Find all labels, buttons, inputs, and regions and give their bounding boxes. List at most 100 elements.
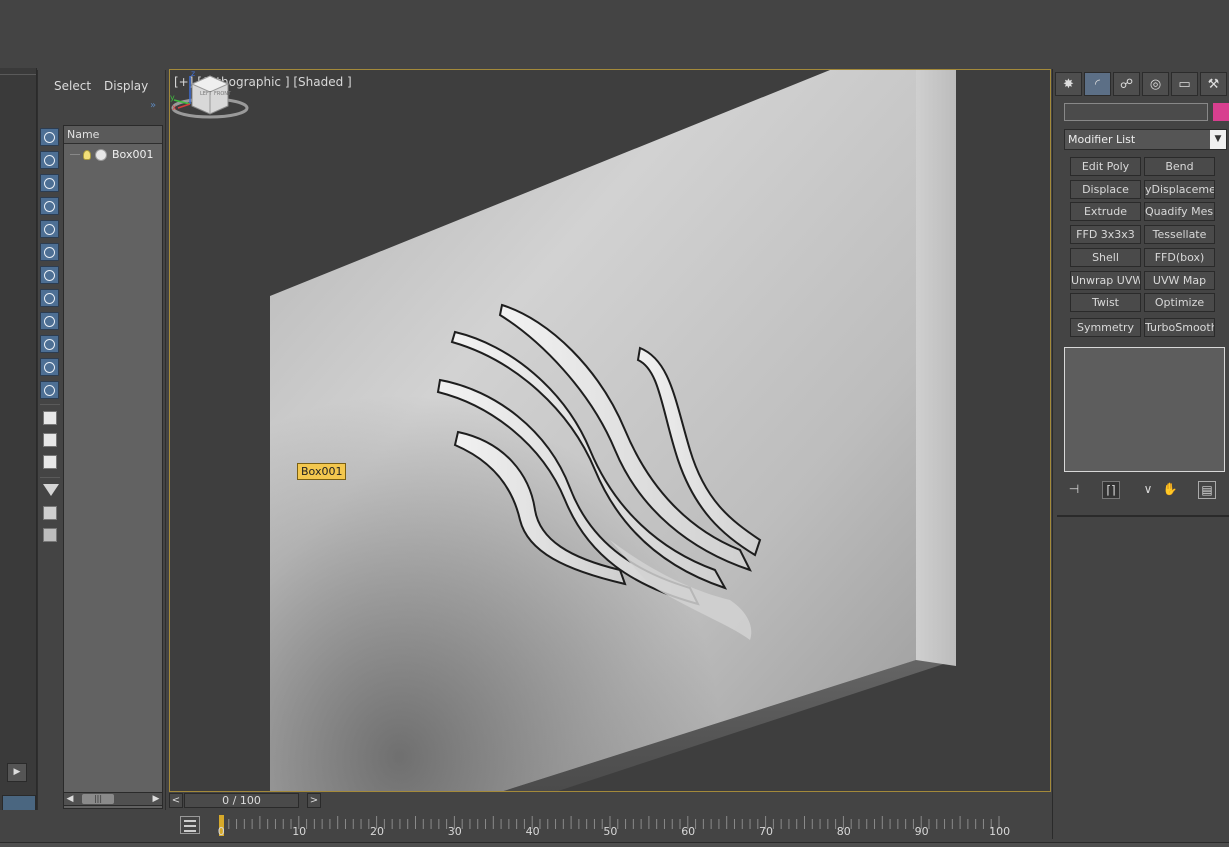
modifier-button-quadify-mesh[interactable]: Quadify Mesh <box>1144 202 1215 221</box>
status-bar <box>0 842 1229 847</box>
modifier-button-shell[interactable]: Shell <box>1070 248 1141 267</box>
modifier-button-extrude[interactable]: Extrude <box>1070 202 1141 221</box>
track-tick-label: 20 <box>370 825 384 838</box>
command-panel: ✸ ◜ ☍ ◎ ▭ ⚒ Modifier List ▼ Edit Poly Be… <box>1052 69 1229 839</box>
time-slider-thumb[interactable]: 0 / 100 <box>184 793 299 808</box>
create-icon[interactable]: ✸ <box>1055 72 1082 96</box>
object-name-tag: Box001 <box>297 463 347 480</box>
scene-explorer-toolbar <box>40 128 62 550</box>
display-hidden-icon[interactable] <box>40 381 59 399</box>
display-groups-icon[interactable] <box>40 266 59 284</box>
scroll-right-icon[interactable]: ▶ <box>150 793 162 805</box>
modify-icon[interactable]: ◜ <box>1084 72 1111 96</box>
geometry-icon <box>95 148 107 161</box>
modifier-stack-toolbar: ⊣ ⌈⌉ ∨ ✋ ▤ <box>1064 479 1225 499</box>
chevron-down-icon[interactable]: ▼ <box>1210 130 1226 149</box>
display-xrefs-icon[interactable] <box>40 289 59 307</box>
hierarchy-icon[interactable]: ☍ <box>1113 72 1140 96</box>
display-helpers-icon[interactable] <box>40 220 59 238</box>
viewcube-face-left[interactable]: LEFT <box>200 91 213 97</box>
command-panel-tabs: ✸ ◜ ☍ ◎ ▭ ⚒ <box>1055 72 1229 96</box>
display-lights-icon[interactable] <box>40 174 59 192</box>
modifier-button-optimize[interactable]: Optimize <box>1144 293 1215 312</box>
select-none-icon[interactable] <box>43 433 57 447</box>
modifier-list-dropdown[interactable]: Modifier List ▼ <box>1064 129 1227 150</box>
track-tick-label: 0 <box>217 825 225 838</box>
modifier-list-label: Modifier List <box>1068 133 1136 146</box>
modifier-button-tessellate[interactable]: Tessellate <box>1144 225 1215 244</box>
display-frozen-icon[interactable] <box>40 358 59 376</box>
tab-select[interactable]: Select <box>54 79 91 93</box>
configure-modifier-sets-icon[interactable]: ▤ <box>1198 481 1216 499</box>
track-bar[interactable]: 0 10 20 30 40 50 60 70 80 90 100 <box>217 810 1011 840</box>
modifier-button-ffd-3x3x3[interactable]: FFD 3x3x3 <box>1070 225 1141 244</box>
object-name-input[interactable] <box>1064 103 1208 121</box>
display-containers-icon[interactable] <box>40 335 59 353</box>
utilities-icon[interactable]: ⚒ <box>1200 72 1227 96</box>
track-tick-label: 80 <box>836 825 851 838</box>
scroll-left-icon[interactable]: ◀ <box>64 793 76 805</box>
track-tick-label: 40 <box>525 825 540 838</box>
scroll-thumb[interactable]: ||| <box>82 794 114 804</box>
remove-modifier-icon[interactable]: ✋ <box>1162 481 1178 497</box>
show-end-result-icon[interactable]: ⌈⌉ <box>1102 481 1120 499</box>
toolbar-divider <box>40 404 60 405</box>
select-all-icon[interactable] <box>43 411 57 425</box>
track-tick-label: 50 <box>603 825 618 838</box>
axis-tripod-icon: z y x <box>170 70 195 110</box>
axis-label-x: x <box>172 103 177 110</box>
axis-label-y: y <box>170 93 175 102</box>
display-cameras-icon[interactable] <box>40 197 59 215</box>
lightbulb-icon[interactable] <box>83 149 91 160</box>
modifier-button-unwrap-uvw[interactable]: Unwrap UVW <box>1070 271 1141 290</box>
modifier-button-edit-poly[interactable]: Edit Poly <box>1070 157 1141 176</box>
track-tick-label: 70 <box>759 825 773 838</box>
viewcube-face-front[interactable]: FRONT <box>214 91 232 97</box>
modifier-button-ydisplacement[interactable]: yDisplacement <box>1144 180 1215 199</box>
box-side-face <box>916 70 956 666</box>
display-bones-icon[interactable] <box>40 312 59 330</box>
modifier-button-uvw-map[interactable]: UVW Map <box>1144 271 1215 290</box>
name-column-header[interactable]: Name <box>64 126 162 144</box>
list-item[interactable]: Box001 <box>70 148 153 161</box>
display-spacewarps-icon[interactable] <box>40 243 59 261</box>
modifier-button-symmetry[interactable]: Symmetry <box>1070 318 1141 337</box>
tab-display[interactable]: Display <box>104 79 148 93</box>
tree-connector <box>70 154 80 155</box>
motion-icon[interactable]: ◎ <box>1142 72 1169 96</box>
modifier-stack[interactable] <box>1064 347 1225 472</box>
left-tool-strip: ▶ <box>0 68 37 846</box>
top-toolbar-area <box>0 0 1229 68</box>
modifier-button-ffd-box[interactable]: FFD(box) <box>1144 248 1215 267</box>
track-bar-area: 0 10 20 30 40 50 60 70 80 90 100 <box>0 810 1229 847</box>
next-frame-button[interactable]: > <box>307 793 321 808</box>
viewport[interactable]: [+] [Orthographic ] [Shaded ] Box001 LEF… <box>169 69 1051 792</box>
select-invert-icon[interactable] <box>43 455 57 469</box>
display-geometry-icon[interactable] <box>40 151 59 169</box>
filter-options-icon[interactable] <box>43 506 57 520</box>
layer-explorer-icon[interactable] <box>43 528 57 542</box>
modifier-button-turbosmooth[interactable]: TurboSmooth <box>1144 318 1215 337</box>
box-shadow <box>270 70 916 791</box>
pin-stack-icon[interactable]: ⊣ <box>1066 481 1082 497</box>
track-tick-label: 100 <box>989 825 1011 838</box>
time-slider: < 0 / 100 > <box>169 793 479 809</box>
expand-play-button[interactable]: ▶ <box>7 763 27 782</box>
filter-icon[interactable] <box>43 484 59 496</box>
track-tick-label: 90 <box>914 825 929 838</box>
viewport-scene <box>270 70 956 791</box>
previous-frame-button[interactable]: < <box>169 793 183 808</box>
modifier-button-displace[interactable]: Displace <box>1070 180 1141 199</box>
chevron-right-icon[interactable]: » <box>150 100 156 111</box>
toolbar-divider <box>40 477 60 478</box>
modifier-button-bend[interactable]: Bend <box>1144 157 1215 176</box>
scene-explorer-panel: Select Display » » Name Box001 ◀ <box>37 70 166 832</box>
display-icon[interactable]: ▭ <box>1171 72 1198 96</box>
make-unique-icon[interactable]: ∨ <box>1140 481 1156 497</box>
display-none-icon[interactable] <box>40 128 59 146</box>
open-mini-curve-editor-icon[interactable] <box>180 816 200 834</box>
modifier-button-twist[interactable]: Twist <box>1070 293 1141 312</box>
panel-divider <box>1057 515 1229 517</box>
object-color-swatch[interactable] <box>1213 103 1229 121</box>
scene-list-scrollbar[interactable]: ◀ ||| ▶ <box>63 792 163 806</box>
